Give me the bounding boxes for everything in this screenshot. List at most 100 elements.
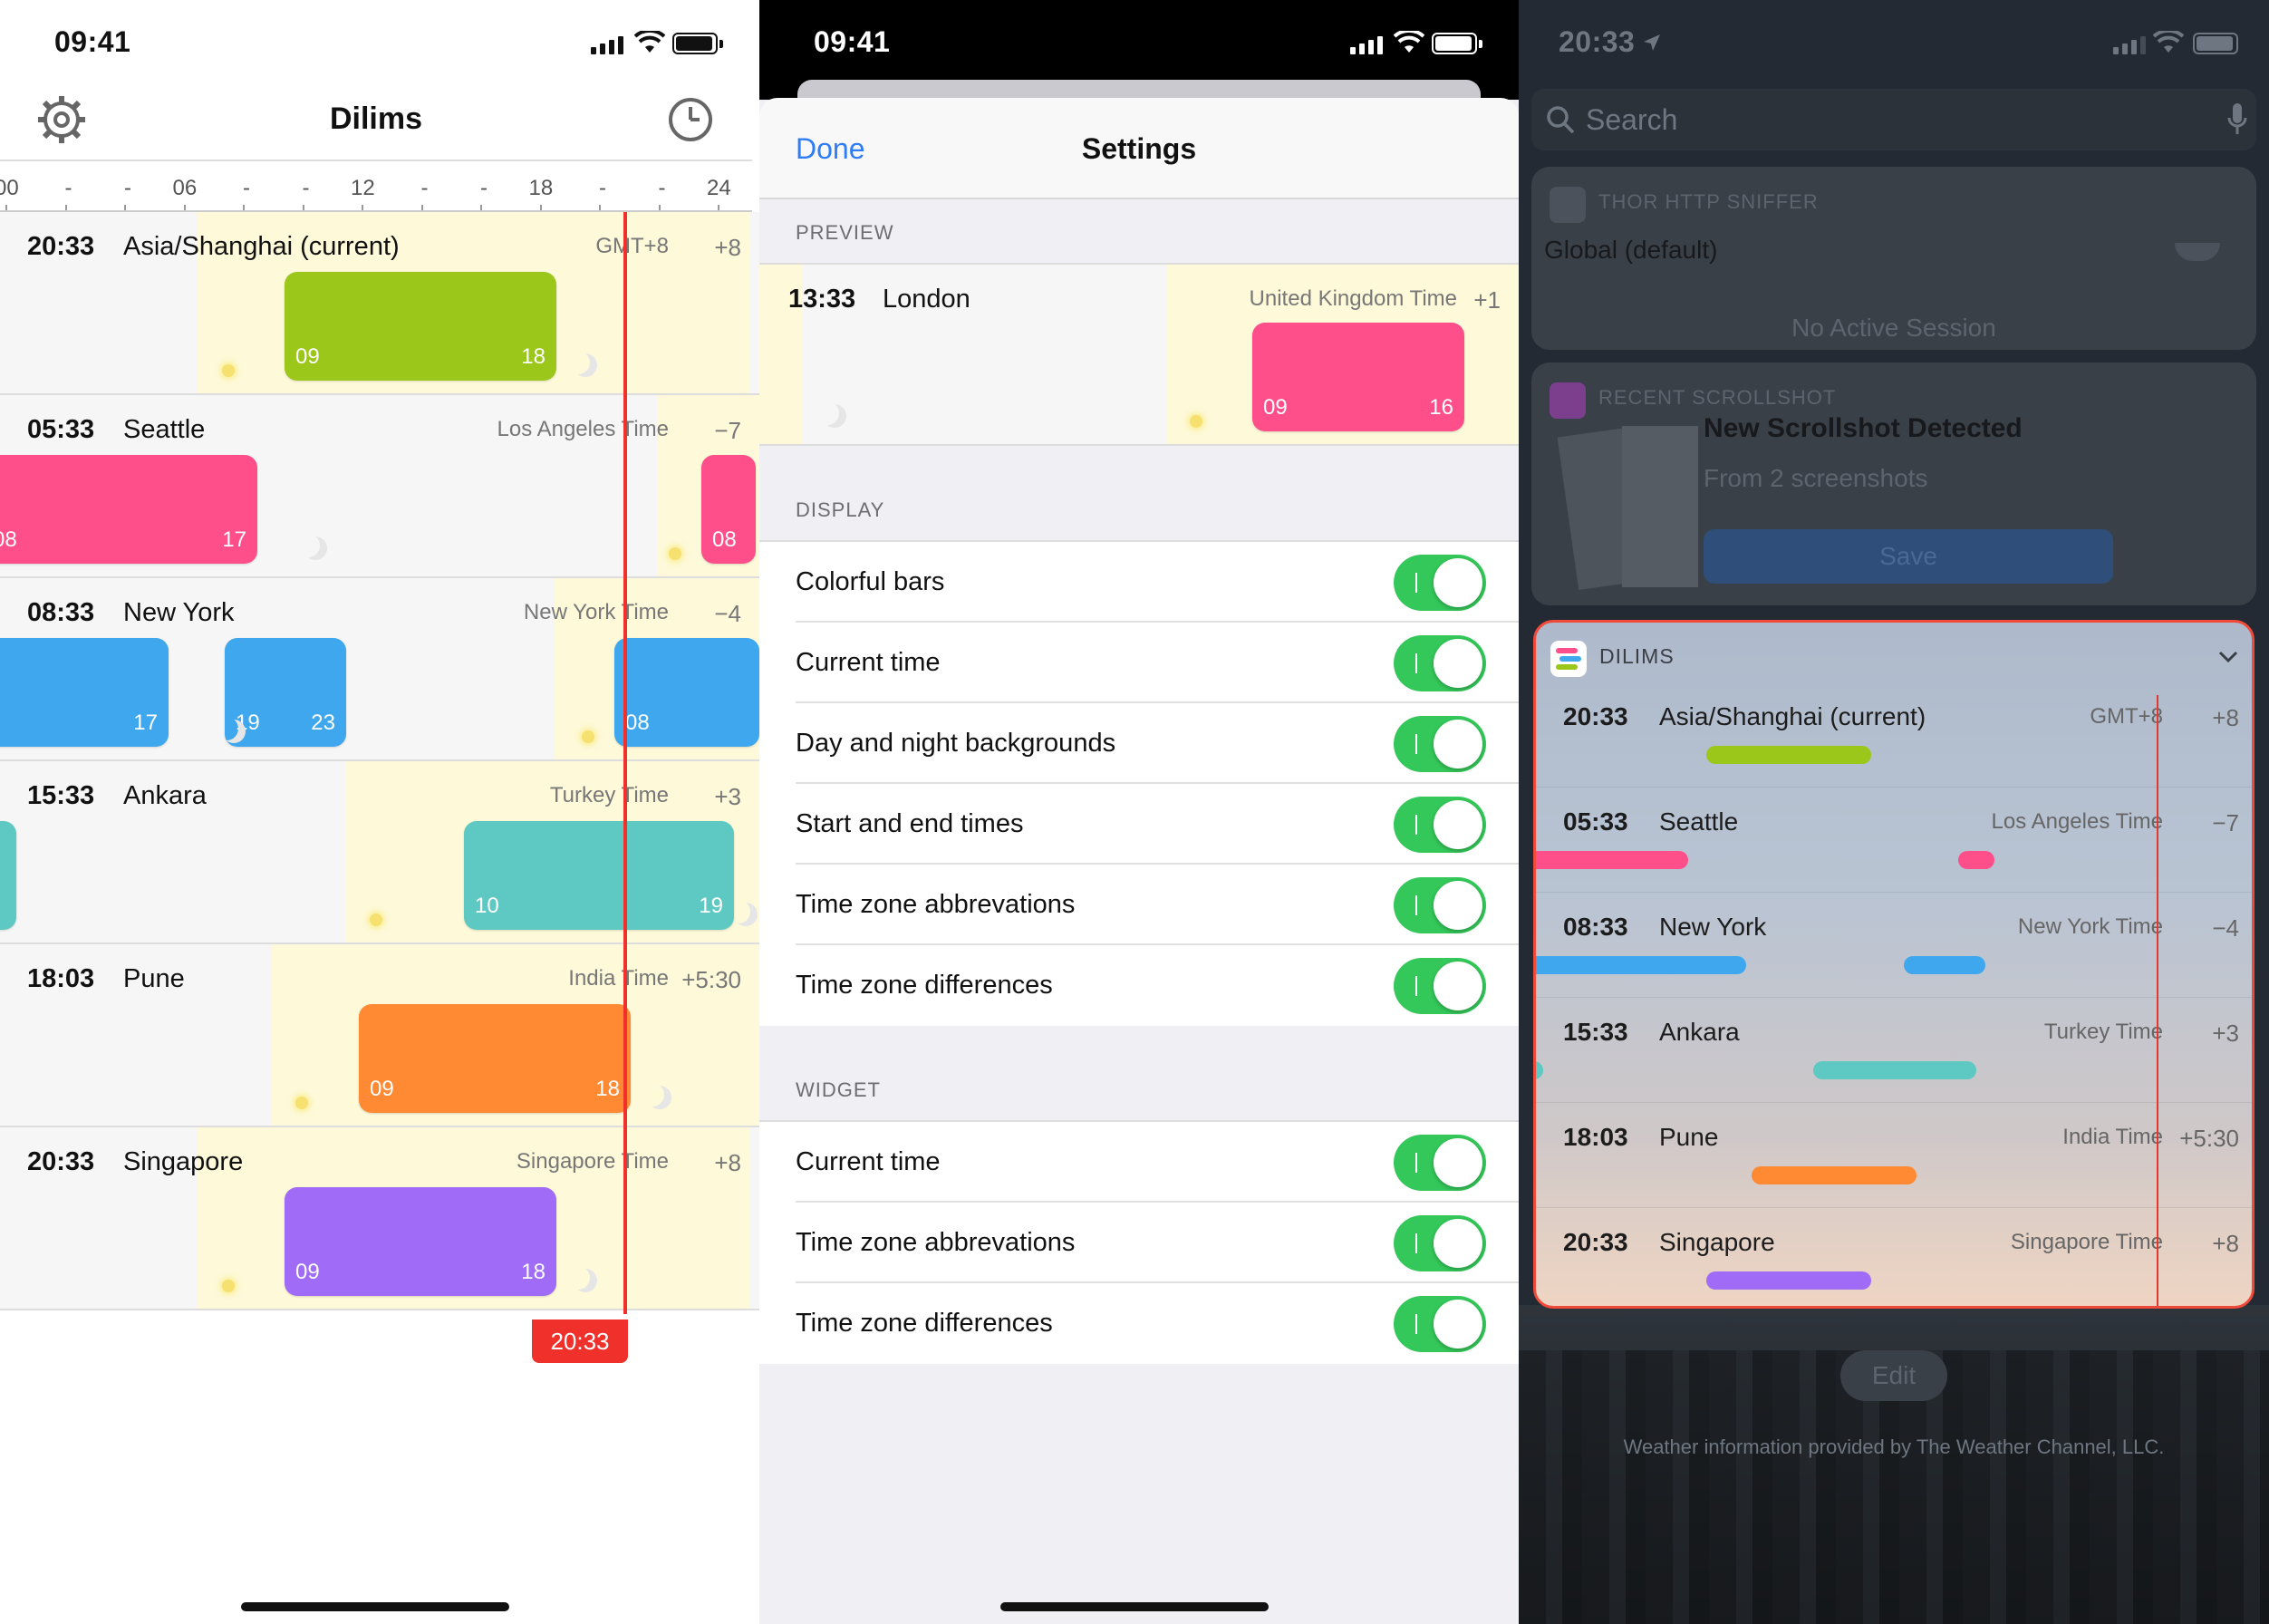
thor-value: Global (default) [1544,236,1718,264]
bar-end-label: 18 [521,344,546,369]
row-offset: −4 [714,600,741,627]
widget-work-hours-bar [1904,956,1985,974]
hour-scale-label: - [243,176,250,200]
widget-row-timezone: India Time [2062,1125,2163,1149]
sun-icon [582,730,594,743]
dilims-widget[interactable]: DILIMS 20:33 Asia/Shanghai (current) GMT+8… [1533,620,2255,1309]
row-city: Seattle [123,415,206,444]
widget-row-time: 05:33 [1563,807,1628,836]
timezone-row[interactable]: 15:33 Ankara Turkey Time +3 9 10 19 [0,761,759,944]
hour-scale-label: - [64,176,72,200]
bar-end-label: 19 [699,894,723,918]
sun-icon [1190,415,1202,428]
setting-toggle[interactable] [1394,716,1486,772]
widget-timezone-row[interactable]: 05:33 Seattle Los Angeles Time −7 [1536,788,2252,893]
widget-row-time: 20:33 [1563,1228,1628,1256]
moon-icon [648,1086,671,1109]
timezone-row[interactable]: 20:33 Asia/Shanghai (current) GMT+8 +8 09 18 [0,212,759,395]
setting-row: Colorful bars [759,542,1519,623]
setting-toggle[interactable] [1394,1135,1486,1191]
widget-work-hours-bar [1706,746,1871,764]
hour-scale-label: 18 [528,176,554,200]
widget-row-time: 18:03 [1563,1123,1628,1151]
bar-end-label: 17 [133,710,158,735]
setting-toggle[interactable] [1394,797,1486,853]
timezone-row[interactable]: 08:33 New York New York Time −4 17 19 23 08 [0,578,759,761]
setting-toggle[interactable] [1394,635,1486,691]
bar-start-label: 09 [295,344,320,369]
moon-icon [823,404,846,428]
widget-timezone-row[interactable]: 15:33 Ankara Turkey Time +3 [1536,998,2252,1103]
scrollshot-save-button[interactable]: Save [1704,529,2113,584]
home-indicator[interactable] [241,1602,509,1611]
status-time: 09:41 [814,25,891,58]
widget-row-city: Ankara [1659,1018,1740,1046]
bar-start-label: 08 [712,527,737,552]
timezone-row[interactable]: 18:03 Pune India Time +5:30 09 18 [0,944,759,1127]
timezone-row[interactable]: 05:33 Seattle Los Angeles Time −7 08 17 08 [0,395,759,578]
sun-icon [222,364,235,377]
row-city: New York [123,598,235,627]
battery-icon [2193,33,2238,54]
setting-toggle[interactable] [1394,1215,1486,1271]
setting-toggle[interactable] [1394,958,1486,1014]
preview-header: PREVIEW [796,221,894,244]
widget-row-timezone: Turkey Time [2043,1020,2163,1044]
thor-widget[interactable]: THOR HTTP SNIFFER Global (default) No Ac… [1531,167,2256,350]
bar-end-label: 23 [311,710,335,735]
bar-start-label: 10 [475,894,499,918]
work-hours-bar: 08 17 [0,455,257,564]
hour-scale-label: - [658,176,666,200]
widget-row-offset: −7 [2212,809,2239,836]
work-hours-bar: 09 18 [359,1004,631,1113]
thor-toggle-icon[interactable] [2175,243,2220,261]
widget-timezone-row[interactable]: 08:33 New York New York Time −4 [1536,893,2252,998]
row-time: 20:33 [27,1147,95,1176]
setting-row: Time zone abbrevations [759,865,1519,945]
row-timezone: Singapore Time [516,1149,669,1174]
setting-row: Time zone differences [759,945,1519,1026]
widget-work-hours-bar [1536,956,1692,974]
preview-row: 13:33 London United Kingdom Time +1 09 16 [759,263,1519,446]
bar-end-label: 17 [222,527,246,552]
search-field[interactable]: Search [1531,89,2256,150]
setting-row: Time zone abbrevations [759,1203,1519,1283]
setting-label: Colorful bars [796,567,945,596]
clock-icon[interactable] [667,96,714,143]
row-time: 20:33 [27,232,95,261]
widget-timezone-row[interactable]: 20:33 Singapore Singapore Time +8 [1536,1208,2252,1306]
row-time: 18:03 [27,964,95,993]
scrollshot-widget[interactable]: RECENT SCROLLSHOT New Scrollshot Detecte… [1531,362,2256,605]
setting-label: Day and night backgrounds [796,729,1116,758]
setting-row: Start and end times [759,784,1519,865]
widget-timezone-row[interactable]: 18:03 Pune India Time +5:30 [1536,1103,2252,1208]
edit-button[interactable]: Edit [1840,1350,1947,1401]
settings-nav-bar: Done Settings [759,98,1519,199]
widget-work-hours-bar [1813,1061,1976,1079]
current-time-label: 20:33 [532,1320,628,1363]
setting-toggle[interactable] [1394,555,1486,611]
setting-toggle[interactable] [1394,1296,1486,1352]
home-indicator[interactable] [1000,1602,1269,1611]
scrollshot-app-icon [1550,382,1586,419]
widget-row-offset: +8 [2212,704,2239,731]
hour-scale-label: - [302,176,310,200]
widget-timezone-row[interactable]: 20:33 Asia/Shanghai (current) GMT+8 +8 [1536,682,2252,788]
setting-toggle[interactable] [1394,877,1486,933]
widget-row-city: Singapore [1659,1228,1775,1256]
setting-label: Current time [796,648,941,677]
current-time-line [623,212,627,1314]
chevron-down-icon[interactable] [2217,650,2239,664]
widget-row-offset: +3 [2212,1020,2239,1047]
work-hours-bar: 17 [0,638,169,747]
timezone-row[interactable]: 20:33 Singapore Singapore Time +8 09 18 [0,1127,759,1310]
dilims-main-screen: 09:41 Dilims 00 - - 06 - - 12 - - 18 - - 24 20:33 Asi… [0,0,759,1624]
work-hours-bar: 08 [614,638,759,747]
microphone-icon[interactable] [2227,102,2247,138]
setting-row: Time zone differences [759,1283,1519,1364]
widget-row-offset: +8 [2212,1230,2239,1257]
settings-screen: 09:41 Done Settings PREVIEW 13:33 London… [759,0,1519,1624]
row-city: Asia/Shanghai (current) [123,232,400,261]
scrollshot-heading: New Scrollshot Detected [1704,413,2023,443]
row-timezone: New York Time [523,600,669,624]
